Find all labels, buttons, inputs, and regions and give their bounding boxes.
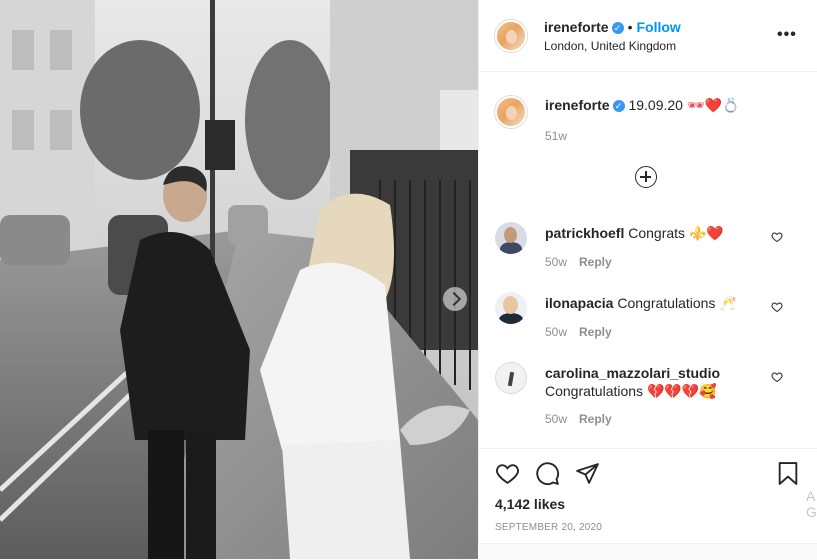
header-line: ireneforte ✓ • Follow xyxy=(544,19,681,37)
side-fragment-line1: A xyxy=(806,488,816,504)
comment-meta: 50w Reply xyxy=(545,325,612,339)
side-fragment-line2: Go xyxy=(806,504,817,520)
post-photo[interactable] xyxy=(0,0,478,559)
caption-avatar[interactable] xyxy=(495,96,527,128)
comment-username[interactable]: carolina_mazzolari_studio xyxy=(545,365,720,381)
comment-meta: 50w Reply xyxy=(545,412,612,426)
share-paper-plane-icon[interactable] xyxy=(575,461,600,486)
follow-button[interactable]: Follow xyxy=(636,19,680,35)
like-comment-heart-icon[interactable] xyxy=(771,371,783,383)
like-comment-heart-icon[interactable] xyxy=(771,231,783,243)
comment-username[interactable]: ilonapacia xyxy=(545,295,613,311)
side-text-fragment: A Go xyxy=(806,488,817,520)
post-date[interactable]: SEPTEMBER 20, 2020 xyxy=(495,522,602,533)
commenter-avatar[interactable] xyxy=(495,222,527,254)
post-container: ireneforte ✓ • Follow London, United Kingdo… xyxy=(0,0,817,560)
caption-age[interactable]: 51w xyxy=(545,129,567,143)
caption: ireneforte ✓ 19.09.20 🕶❤️💍 xyxy=(545,97,740,114)
post-side-panel: ireneforte ✓ • Follow London, United Kingdo… xyxy=(478,0,817,559)
owner-avatar[interactable] xyxy=(495,20,527,52)
caption-emojis: 🕶❤️💍 xyxy=(686,97,740,113)
verified-badge-icon: ✓ xyxy=(612,100,625,113)
comment-age[interactable]: 50w xyxy=(545,255,567,269)
comment-body: ilonapacia Congratulations 🥂 xyxy=(545,294,755,312)
header-separator: • xyxy=(627,19,633,35)
post-location[interactable]: London, United Kingdom xyxy=(544,39,676,53)
like-comment-heart-icon[interactable] xyxy=(771,301,783,313)
comment-age[interactable]: 50w xyxy=(545,412,567,426)
comment-text: Congrats xyxy=(628,225,686,241)
caption-username[interactable]: ireneforte xyxy=(545,97,610,113)
comment-body: patrickhoefl Congrats ⚜️❤️ xyxy=(545,224,755,242)
photo-image xyxy=(0,0,478,559)
more-options-icon[interactable]: ••• xyxy=(777,26,797,44)
comment-input-area xyxy=(478,543,817,560)
reply-button[interactable]: Reply xyxy=(579,255,612,269)
comment-age[interactable]: 50w xyxy=(545,325,567,339)
post-header: ireneforte ✓ • Follow London, United Kingdo… xyxy=(479,0,817,72)
comment-emojis: ⚜️❤️ xyxy=(688,225,724,241)
owner-username[interactable]: ireneforte xyxy=(544,19,609,35)
comment-text: Congratulations xyxy=(545,383,644,399)
save-bookmark-icon[interactable] xyxy=(777,461,799,486)
chevron-right-icon xyxy=(446,291,461,307)
caption-text: 19.09.20 xyxy=(628,97,683,113)
verified-badge-icon: ✓ xyxy=(611,21,624,34)
comment-meta: 50w Reply xyxy=(545,255,612,269)
comment-username[interactable]: patrickhoefl xyxy=(545,225,624,241)
comment-text: Congratulations xyxy=(617,295,716,311)
comment-emojis: 🥂 xyxy=(719,295,737,311)
reply-button[interactable]: Reply xyxy=(579,325,612,339)
reply-button[interactable]: Reply xyxy=(579,412,612,426)
commenter-avatar[interactable] xyxy=(495,292,527,324)
comment-emojis: 💔💔💔🥰 xyxy=(646,383,717,399)
next-photo-button[interactable] xyxy=(443,287,467,311)
load-more-comments-icon[interactable] xyxy=(635,166,657,188)
like-heart-icon[interactable] xyxy=(495,461,520,486)
likes-count[interactable]: 4,142 likes xyxy=(495,496,565,512)
commenter-avatar[interactable] xyxy=(495,362,527,394)
comment-bubble-icon[interactable] xyxy=(535,461,560,486)
comment-body: carolina_mazzolari_studio Congratulation… xyxy=(545,364,755,400)
